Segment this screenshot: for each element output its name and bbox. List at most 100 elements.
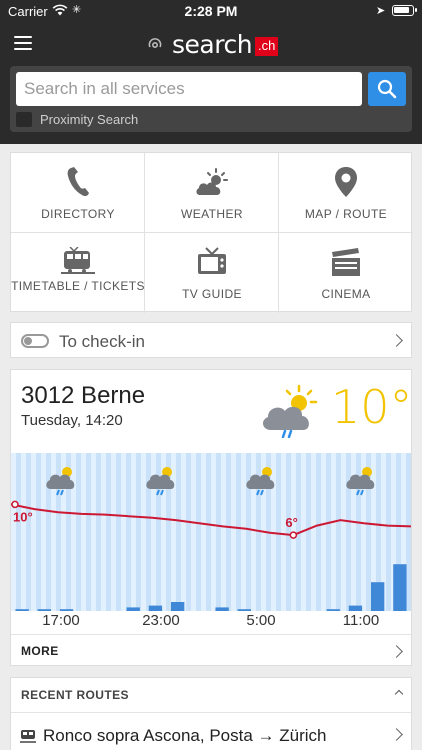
chart-grid-stripe [111, 453, 116, 611]
recent-routes-card: RECENT ROUTES Ronco sopra Ascona, Posta … [10, 677, 412, 750]
recent-routes-header: RECENT ROUTES [21, 688, 129, 702]
proximity-search-label: Proximity Search [40, 112, 139, 127]
route-item[interactable]: Ronco sopra Ascona, Posta → Zürich [11, 712, 411, 750]
weather-datetime: Tuesday, 14:20 [21, 412, 123, 429]
chart-grid-stripe [41, 453, 46, 611]
precipitation-bar [15, 609, 29, 611]
train-icon [20, 730, 36, 743]
chart-grid-stripe [221, 453, 226, 611]
precipitation-bar [171, 602, 185, 611]
weather-card[interactable]: 3012 Berne Tuesday, 14:20 10° 10° 6° 17:0… [10, 369, 413, 666]
app-header: Carrier ✳ 2:28 PM ➤ search .ch Proximi [0, 0, 422, 144]
chart-grid-stripe [91, 453, 96, 611]
precipitation-bar [148, 605, 163, 611]
chart-grid-stripe [81, 453, 86, 611]
chart-grid-stripe [131, 453, 136, 611]
status-bar: Carrier ✳ 2:28 PM ➤ [0, 0, 422, 22]
x-tick-label: 11:00 [342, 612, 380, 629]
hamburger-menu-button[interactable] [14, 36, 32, 50]
chart-grid-stripe [231, 453, 236, 611]
route-label: Ronco sopra Ascona, Posta → Zürich [43, 726, 327, 745]
chart-grid-stripe [71, 453, 76, 611]
search-ch-logo: search .ch [146, 29, 279, 59]
weather-forecast-chart: 10° 6° [11, 453, 411, 611]
service-map-route[interactable]: MAP / ROUTE [279, 153, 413, 233]
chart-grid-stripe [241, 453, 246, 611]
precipitation-bar [371, 582, 385, 611]
chart-grid-stripe [11, 453, 16, 611]
chart-grid-stripe [321, 453, 326, 611]
phone-icon [67, 167, 89, 197]
temperature-label: 6° [285, 515, 297, 530]
service-label: TV GUIDE [182, 287, 242, 301]
chart-grid-stripe [211, 453, 216, 611]
check-in-row[interactable]: To check-in [10, 322, 412, 358]
battery-icon [392, 5, 417, 16]
precipitation-bar [326, 609, 340, 611]
logo-word: search [172, 29, 253, 59]
weather-more-button[interactable]: MORE [11, 634, 411, 666]
temperature-label: 10° [13, 509, 33, 524]
logo-signal-icon [148, 38, 162, 49]
chart-grid-stripe [101, 453, 106, 611]
temperature-point [289, 531, 298, 539]
precipitation-bar [237, 609, 251, 611]
chart-grid-stripe [201, 453, 206, 611]
location-arrow-icon: ➤ [376, 5, 386, 17]
clapperboard-icon [332, 248, 360, 276]
service-directory[interactable]: DIRECTORY [11, 153, 145, 233]
search-input[interactable] [16, 72, 362, 106]
chart-grid-stripe [191, 453, 196, 611]
proximity-search-checkbox[interactable] [16, 112, 32, 127]
precipitation-bar [348, 605, 363, 611]
chart-grid-stripe [181, 453, 186, 611]
x-tick-label: 17:00 [42, 612, 80, 629]
search-button[interactable] [368, 72, 406, 106]
chart-grid-stripe [31, 453, 36, 611]
service-weather[interactable]: WEATHER [145, 153, 279, 233]
service-label: TIMETABLE / TICKETS [11, 279, 145, 293]
train-icon [61, 247, 95, 274]
precipitation-bar [59, 609, 74, 611]
chevron-right-icon [390, 728, 403, 741]
weather-icon [196, 168, 228, 195]
service-tv-guide[interactable]: TV GUIDE [145, 233, 279, 313]
precipitation-bar [126, 607, 140, 611]
x-tick-label: 5:00 [246, 612, 276, 629]
magnifier-icon [377, 79, 397, 99]
chevron-up-icon[interactable] [394, 689, 404, 699]
more-label: MORE [21, 644, 59, 658]
chart-grid-stripe [121, 453, 126, 611]
services-grid: DIRECTORY WEATHER MAP / ROUTE TIMETABLE … [10, 152, 413, 313]
precipitation-bar [215, 607, 229, 611]
service-label: WEATHER [181, 207, 243, 221]
status-time: 2:28 PM [184, 3, 238, 19]
service-label: MAP / ROUTE [304, 207, 388, 221]
logo-tld: .ch [255, 36, 279, 56]
chart-grid-stripe [171, 453, 176, 611]
check-in-toggle-icon [21, 334, 49, 348]
rain-sun-cloud-icon [262, 384, 318, 438]
service-label: DIRECTORY [41, 207, 115, 221]
service-timetable-tickets[interactable]: TIMETABLE / TICKETS [11, 233, 145, 313]
chart-grid-stripe [281, 453, 286, 611]
search-panel: Proximity Search [10, 66, 412, 132]
precipitation-bar [37, 609, 51, 611]
current-temperature: 10° [331, 380, 413, 434]
weather-location: 3012 Berne [21, 382, 146, 409]
chevron-right-icon [390, 645, 403, 658]
tv-icon [198, 247, 226, 274]
chart-grid-stripe [341, 453, 346, 611]
chart-grid-stripe [141, 453, 146, 611]
check-in-label: To check-in [59, 332, 145, 351]
chart-grid-stripe [21, 453, 26, 611]
x-tick-label: 23:00 [142, 612, 180, 629]
temperature-point [11, 500, 19, 509]
map-pin-icon [335, 167, 357, 197]
chevron-right-icon [390, 334, 403, 347]
service-label: CINEMA [321, 287, 371, 301]
service-cinema[interactable]: CINEMA [279, 233, 413, 313]
chart-grid-stripe [331, 453, 336, 611]
precipitation-bar [393, 564, 407, 611]
chart-grid-stripe [311, 453, 316, 611]
